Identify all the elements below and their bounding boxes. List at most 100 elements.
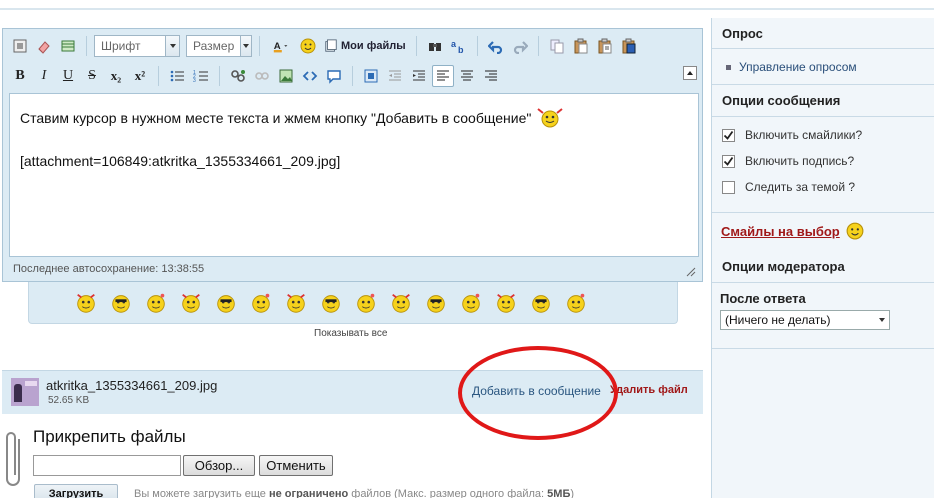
smiley-option-icon[interactable] bbox=[528, 290, 554, 316]
checkmark-icon bbox=[723, 156, 734, 166]
resize-grip-icon[interactable] bbox=[684, 265, 696, 277]
editor-toolbar-bottom: B I U S x₂ x² 123 bbox=[9, 62, 697, 90]
option-label: Следить за темой ? bbox=[745, 180, 856, 194]
enable-smilies-checkbox[interactable] bbox=[722, 128, 735, 142]
my-files-button[interactable]: Мои файлы bbox=[321, 39, 409, 53]
undo-icon[interactable] bbox=[485, 35, 507, 57]
smiley-option-icon[interactable] bbox=[423, 290, 449, 316]
emoticon-icon[interactable] bbox=[297, 35, 319, 57]
redo-icon[interactable] bbox=[509, 35, 531, 57]
copy-icon[interactable] bbox=[546, 35, 568, 57]
attachment-file-size: 52.65 KB bbox=[48, 395, 90, 406]
align-left-icon[interactable] bbox=[432, 65, 454, 87]
my-files-label: Мои файлы bbox=[341, 40, 406, 52]
spellcheck-icon[interactable]: ab bbox=[448, 35, 470, 57]
quote-icon[interactable] bbox=[323, 65, 345, 87]
indent-increase-icon[interactable] bbox=[408, 65, 430, 87]
eraser-icon[interactable] bbox=[33, 35, 55, 57]
option-row-signature: Включить подпись? bbox=[722, 154, 854, 168]
divider bbox=[712, 84, 934, 85]
paste-text-icon[interactable] bbox=[594, 35, 616, 57]
svg-text:b: b bbox=[458, 45, 464, 54]
divider bbox=[712, 48, 934, 49]
font-select[interactable]: Шрифт bbox=[94, 35, 180, 57]
smiley-option-icon[interactable] bbox=[108, 290, 134, 316]
table-icon[interactable] bbox=[57, 35, 79, 57]
media-icon[interactable] bbox=[360, 65, 382, 87]
smilies-choice-link[interactable]: Смайлы на выбор bbox=[721, 224, 840, 239]
upload-note-end: ) bbox=[570, 488, 575, 498]
follow-topic-checkbox[interactable] bbox=[722, 180, 735, 194]
files-icon bbox=[325, 39, 337, 52]
chevron-down-icon bbox=[879, 318, 885, 322]
smiley-option-icon[interactable] bbox=[493, 290, 519, 316]
unlink-icon[interactable] bbox=[251, 65, 273, 87]
upload-button[interactable]: Загрузить bbox=[34, 484, 118, 498]
after-reply-select[interactable]: (Ничего не делать) bbox=[720, 310, 890, 330]
delete-file-link[interactable]: Удалить файл bbox=[610, 384, 688, 396]
text-color-icon[interactable]: A bbox=[267, 35, 295, 57]
smiley-option-icon[interactable] bbox=[563, 290, 589, 316]
message-textarea[interactable]: Ставим курсор в нужном месте текста и жм… bbox=[9, 93, 699, 257]
autosave-status: Последнее автосохранение: 13:38:55 bbox=[13, 263, 205, 275]
indent-decrease-icon[interactable] bbox=[384, 65, 406, 87]
superscript-button[interactable]: x² bbox=[129, 65, 151, 87]
binoculars-icon[interactable] bbox=[424, 35, 446, 57]
add-to-message-link[interactable]: Добавить в сообщение bbox=[472, 384, 601, 398]
italic-button[interactable]: I bbox=[33, 65, 55, 87]
smiley-option-icon[interactable] bbox=[213, 290, 239, 316]
paste-icon[interactable] bbox=[570, 35, 592, 57]
bold-button[interactable]: B bbox=[9, 65, 31, 87]
collapse-toolbar-button[interactable] bbox=[683, 66, 697, 80]
font-select-label: Шрифт bbox=[101, 39, 141, 53]
numbered-list-icon[interactable]: 123 bbox=[190, 65, 212, 87]
attachment-thumbnail bbox=[11, 378, 39, 406]
image-icon[interactable] bbox=[275, 65, 297, 87]
smiley-option-icon[interactable] bbox=[143, 290, 169, 316]
option-label: Включить смайлики? bbox=[745, 128, 863, 142]
smiley-option-icon[interactable] bbox=[353, 290, 379, 316]
file-path-input[interactable] bbox=[33, 455, 181, 476]
paperclip-icon bbox=[6, 432, 20, 486]
poll-heading: Опрос bbox=[722, 26, 763, 41]
message-text-line2: [attachment=106849:atkritka_1355334661_2… bbox=[20, 153, 341, 169]
code-icon[interactable] bbox=[299, 65, 321, 87]
smiley-option-icon[interactable] bbox=[283, 290, 309, 316]
smiley-option-icon[interactable] bbox=[248, 290, 274, 316]
smiley-option-icon[interactable] bbox=[318, 290, 344, 316]
show-all-smilies-link[interactable]: Показывать все bbox=[314, 328, 387, 339]
source-mode-icon[interactable] bbox=[9, 35, 31, 57]
attachment-file-name: atkritka_1355334661_209.jpg bbox=[46, 378, 218, 393]
smiley-option-icon[interactable] bbox=[178, 290, 204, 316]
attachment-row: atkritka_1355334661_209.jpg 52.65 KB Доб… bbox=[2, 370, 703, 414]
align-center-icon[interactable] bbox=[456, 65, 478, 87]
poll-manage-link[interactable]: Управление опросом bbox=[739, 60, 857, 74]
upload-note-prefix: Вы можете загрузить еще bbox=[134, 488, 266, 498]
option-label: Включить подпись? bbox=[745, 154, 855, 168]
smiley-option-icon[interactable] bbox=[388, 290, 414, 316]
paste-word-icon[interactable] bbox=[618, 35, 640, 57]
bullet-list-icon[interactable] bbox=[166, 65, 188, 87]
align-right-icon[interactable] bbox=[480, 65, 502, 87]
editor-toolbar-top: Шрифт Размер A Мои файлы a b bbox=[9, 32, 640, 60]
top-strip bbox=[0, 0, 934, 18]
smilies-bar bbox=[28, 282, 678, 324]
link-icon[interactable] bbox=[227, 65, 249, 87]
smilies-choice-row: Смайлы на выбор bbox=[721, 222, 864, 240]
divider bbox=[712, 282, 934, 283]
toolbar-separator bbox=[537, 36, 539, 56]
size-select[interactable]: Размер bbox=[186, 35, 252, 57]
strikethrough-button[interactable]: S bbox=[81, 65, 103, 87]
enable-signature-checkbox[interactable] bbox=[722, 154, 735, 168]
checkmark-icon bbox=[723, 130, 734, 140]
cancel-button[interactable]: Отменить bbox=[259, 455, 333, 476]
smiley-option-icon[interactable] bbox=[458, 290, 484, 316]
underline-button[interactable]: U bbox=[57, 65, 79, 87]
page: Шрифт Размер A Мои файлы a b B I U S x₂ … bbox=[0, 0, 934, 498]
option-row-smilies: Включить смайлики? bbox=[722, 128, 862, 142]
browse-button[interactable]: Обзор... bbox=[183, 455, 255, 476]
bullet-icon bbox=[726, 64, 731, 70]
smiley-option-icon[interactable] bbox=[73, 290, 99, 316]
subscript-button[interactable]: x₂ bbox=[105, 65, 127, 87]
smiley-inline-icon bbox=[535, 106, 565, 133]
